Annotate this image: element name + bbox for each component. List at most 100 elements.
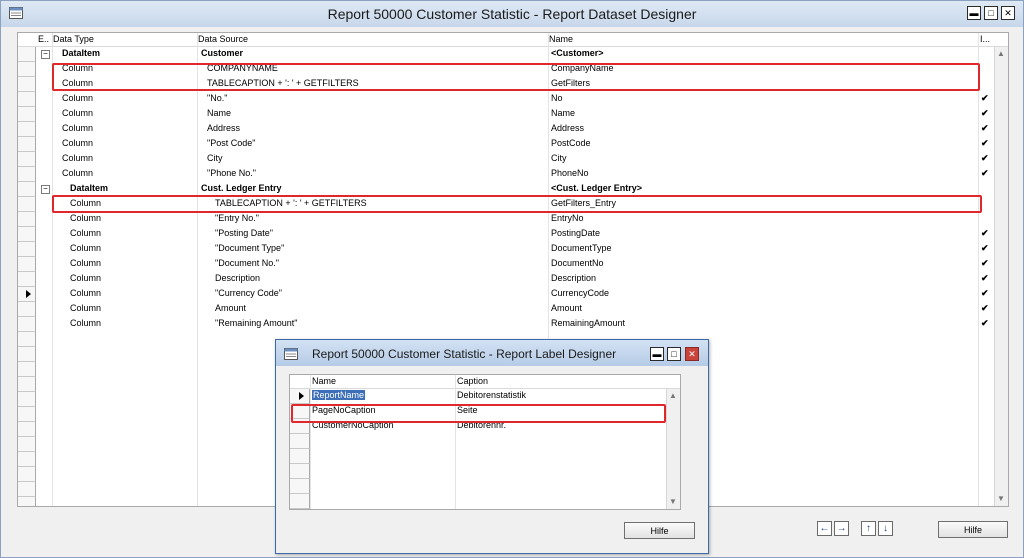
row-selector[interactable] xyxy=(18,362,36,377)
cell-name[interactable]: PostCode xyxy=(551,138,591,148)
row-selector[interactable] xyxy=(290,494,310,509)
label-row[interactable]: ReportName Debitorenstatistik xyxy=(290,389,666,404)
header-include[interactable]: I... xyxy=(980,34,990,44)
row-selector[interactable] xyxy=(18,182,36,197)
maximize-button[interactable]: □ xyxy=(984,6,998,20)
header-caption[interactable]: Caption xyxy=(457,376,488,386)
label-row[interactable] xyxy=(290,434,666,449)
row-selector[interactable] xyxy=(18,242,36,257)
cell-data-source[interactable]: Address xyxy=(207,123,240,133)
header-expand[interactable]: E.. xyxy=(38,34,49,44)
table-row[interactable]: Column Description Description ✔ xyxy=(18,272,994,287)
header-name[interactable]: Name xyxy=(549,34,573,44)
row-selector[interactable] xyxy=(18,122,36,137)
checkmark-icon[interactable]: ✔ xyxy=(981,93,989,104)
cell-caption[interactable]: Debitorenstatistik xyxy=(457,390,526,400)
label-grid[interactable]: Name Caption ReportName Debitorenstatisti… xyxy=(289,374,681,510)
collapse-toggle[interactable]: − xyxy=(41,185,50,194)
cell-name[interactable]: Description xyxy=(551,273,596,283)
row-selector[interactable] xyxy=(18,92,36,107)
row-selector[interactable] xyxy=(18,482,36,497)
minimize-button[interactable]: ▬ xyxy=(967,6,981,20)
scroll-up-icon[interactable]: ▲ xyxy=(669,391,677,400)
cell-data-source[interactable]: City xyxy=(207,153,223,163)
checkmark-icon[interactable]: ✔ xyxy=(981,138,989,149)
row-selector[interactable] xyxy=(18,422,36,437)
header-data-source[interactable]: Data Source xyxy=(198,34,248,44)
cell-data-source[interactable]: Name xyxy=(207,108,231,118)
cell-name[interactable]: PostingDate xyxy=(551,228,600,238)
checkmark-icon[interactable]: ✔ xyxy=(981,168,989,179)
row-selector[interactable] xyxy=(18,47,36,62)
label-row[interactable] xyxy=(290,464,666,479)
table-row[interactable]: Column Address Address ✔ xyxy=(18,122,994,137)
table-row[interactable]: Column "Document No." DocumentNo ✔ xyxy=(18,257,994,272)
dialog-minimize-button[interactable]: ▬ xyxy=(650,347,664,361)
table-row[interactable]: Column "Phone No." PhoneNo ✔ xyxy=(18,167,994,182)
cell-name[interactable]: <Cust. Ledger Entry> xyxy=(551,183,642,193)
header-label-name[interactable]: Name xyxy=(312,376,336,386)
cell-data-type[interactable]: DataItem xyxy=(62,48,100,58)
header-data-type[interactable]: Data Type xyxy=(53,34,94,44)
checkmark-icon[interactable]: ✔ xyxy=(981,288,989,299)
row-selector[interactable] xyxy=(290,464,310,479)
table-row[interactable]: Column "Currency Code" CurrencyCode ✔ xyxy=(18,287,994,302)
row-selector[interactable] xyxy=(18,377,36,392)
cell-data-source[interactable]: "Post Code" xyxy=(207,138,255,148)
table-row[interactable]: Column "Posting Date" PostingDate ✔ xyxy=(18,227,994,242)
label-row[interactable] xyxy=(290,494,666,509)
cell-data-type[interactable]: DataItem xyxy=(70,183,108,193)
dialog-maximize-button[interactable]: □ xyxy=(667,347,681,361)
checkmark-icon[interactable]: ✔ xyxy=(981,153,989,164)
row-selector[interactable] xyxy=(18,212,36,227)
dialog-title-bar[interactable]: Report 50000 Customer Statistic - Report… xyxy=(276,340,708,366)
move-down-button[interactable]: ↓ xyxy=(878,521,893,536)
cell-name[interactable]: RemainingAmount xyxy=(551,318,625,328)
cell-data-type[interactable]: Column xyxy=(70,258,101,268)
table-row[interactable]: Column "Remaining Amount" RemainingAmount ✔ xyxy=(18,317,994,332)
cell-data-type[interactable]: Column xyxy=(70,318,101,328)
cell-data-source[interactable]: "Remaining Amount" xyxy=(215,318,297,328)
cell-name[interactable]: Amount xyxy=(551,303,582,313)
row-selector[interactable] xyxy=(18,272,36,287)
cell-data-source[interactable]: "Document Type" xyxy=(215,243,284,253)
checkmark-icon[interactable]: ✔ xyxy=(981,228,989,239)
checkmark-icon[interactable]: ✔ xyxy=(981,108,989,119)
cell-data-type[interactable]: Column xyxy=(70,288,101,298)
cell-name[interactable]: DocumentType xyxy=(551,243,612,253)
cell-data-type[interactable]: Column xyxy=(62,138,93,148)
row-selector[interactable] xyxy=(18,407,36,422)
cell-data-source[interactable]: "Posting Date" xyxy=(215,228,273,238)
cell-data-source[interactable]: Amount xyxy=(215,303,246,313)
move-right-button[interactable]: → xyxy=(834,521,849,536)
title-bar[interactable]: Report 50000 Customer Statistic - Report… xyxy=(1,1,1023,27)
help-button[interactable]: Hilfe xyxy=(938,521,1008,538)
cell-data-type[interactable]: Column xyxy=(70,213,101,223)
row-selector[interactable] xyxy=(290,434,310,449)
row-selector[interactable] xyxy=(18,77,36,92)
vertical-scrollbar[interactable]: ▲ ▼ xyxy=(994,47,1008,506)
checkmark-icon[interactable]: ✔ xyxy=(981,243,989,254)
cell-name[interactable]: DocumentNo xyxy=(551,258,604,268)
cell-data-type[interactable]: Column xyxy=(62,93,93,103)
cell-data-source[interactable]: Description xyxy=(215,273,260,283)
cell-name[interactable]: EntryNo xyxy=(551,213,584,223)
row-selector[interactable] xyxy=(18,332,36,347)
row-selector[interactable] xyxy=(18,167,36,182)
row-selector[interactable] xyxy=(18,437,36,452)
cell-data-source[interactable]: "Currency Code" xyxy=(215,288,282,298)
cell-name[interactable]: City xyxy=(551,153,567,163)
row-selector[interactable] xyxy=(18,467,36,482)
move-left-button[interactable]: ← xyxy=(817,521,832,536)
label-row[interactable] xyxy=(290,449,666,464)
collapse-toggle[interactable]: − xyxy=(41,50,50,59)
cell-name[interactable]: PhoneNo xyxy=(551,168,589,178)
cell-name[interactable]: Name xyxy=(551,108,575,118)
dialog-close-button[interactable]: ✕ xyxy=(685,347,699,361)
cell-name[interactable]: <Customer> xyxy=(551,48,604,58)
cell-data-type[interactable]: Column xyxy=(70,273,101,283)
cell-name[interactable]: Address xyxy=(551,123,584,133)
scroll-down-icon[interactable]: ▼ xyxy=(669,497,677,506)
cell-data-source[interactable]: Customer xyxy=(201,48,243,58)
checkmark-icon[interactable]: ✔ xyxy=(981,273,989,284)
